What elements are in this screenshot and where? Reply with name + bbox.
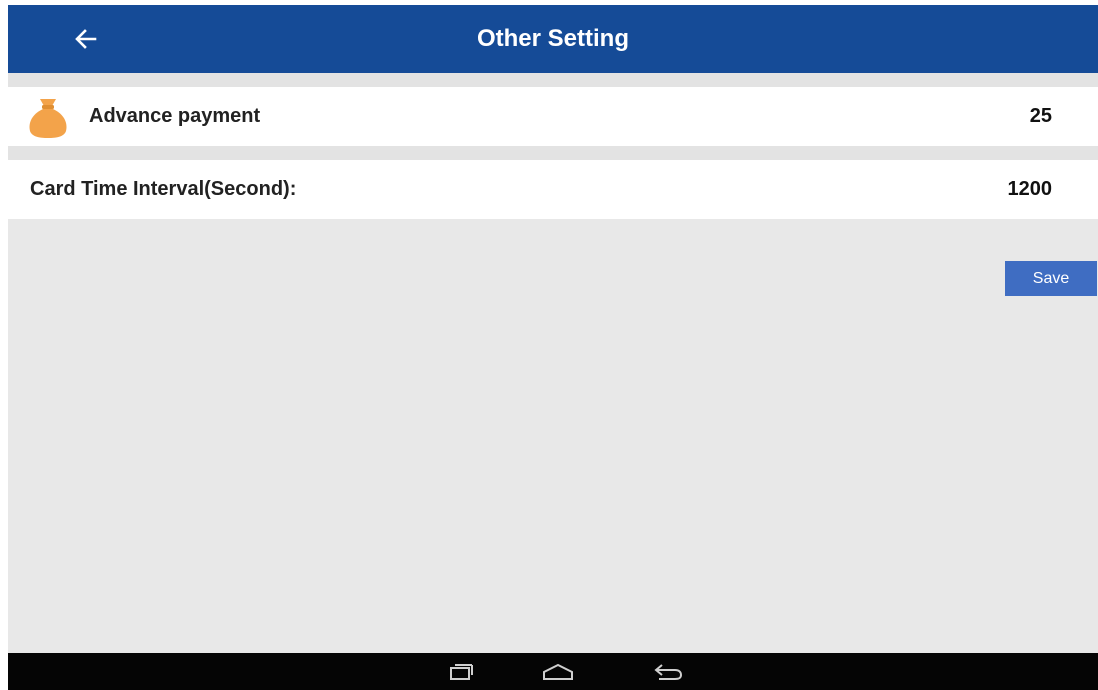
advance-payment-label: Advance payment — [89, 105, 261, 127]
setting-row-card-time-interval[interactable]: Card Time Interval(Second): 1200 — [8, 160, 1098, 219]
home-icon — [543, 663, 573, 680]
system-navigation-bar — [8, 653, 1098, 690]
back-icon — [654, 664, 683, 680]
card-time-interval-label: Card Time Interval(Second): — [30, 178, 297, 200]
page-title: Other Setting — [476, 25, 629, 52]
setting-row-advance-payment[interactable]: Advance payment 25 — [8, 87, 1098, 146]
divider-strip — [8, 146, 1098, 160]
recent-apps-icon — [450, 664, 473, 680]
card-time-interval-value[interactable]: 1200 — [1008, 160, 1053, 219]
recent-apps-button[interactable] — [439, 659, 483, 685]
save-button[interactable]: Save — [1005, 261, 1097, 296]
app-screen: Other Setting Advance payment 25 Card Ti… — [8, 5, 1098, 690]
top-app-bar: Other Setting — [8, 5, 1098, 73]
money-bag-icon — [29, 99, 67, 138]
home-button[interactable] — [536, 659, 580, 685]
divider-strip — [8, 73, 1098, 87]
advance-payment-value[interactable]: 25 — [1030, 87, 1052, 146]
back-nav-button[interactable] — [646, 659, 690, 685]
